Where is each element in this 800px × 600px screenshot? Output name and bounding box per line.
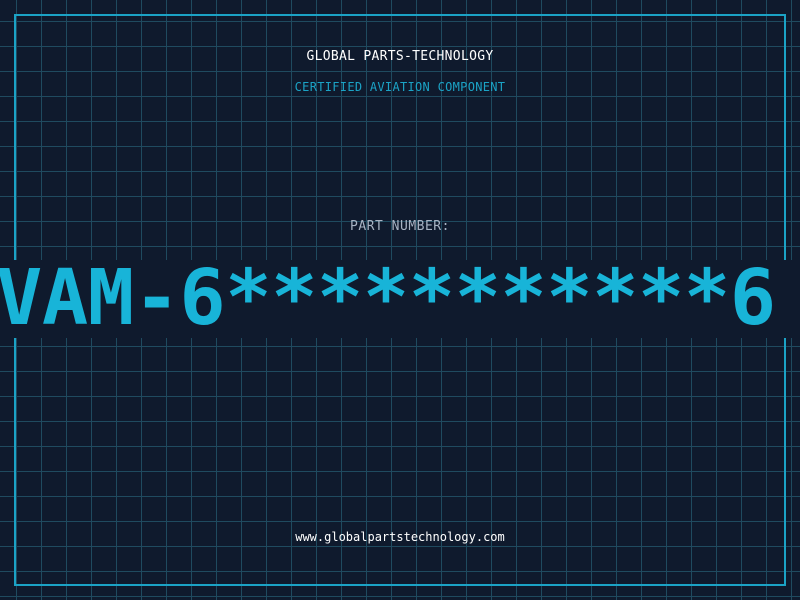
part-number-value: VAM-6***********6 (0, 260, 776, 338)
part-number-label: PART NUMBER: (350, 219, 450, 234)
website-link[interactable]: www.globalpartstechnology.com (0, 530, 800, 544)
certification-label: CERTIFIED AVIATION COMPONENT (294, 80, 506, 94)
part-number-band: VAM-6***********6 (0, 260, 800, 338)
company-name: GLOBAL PARTS-TECHNOLOGY (306, 49, 494, 64)
